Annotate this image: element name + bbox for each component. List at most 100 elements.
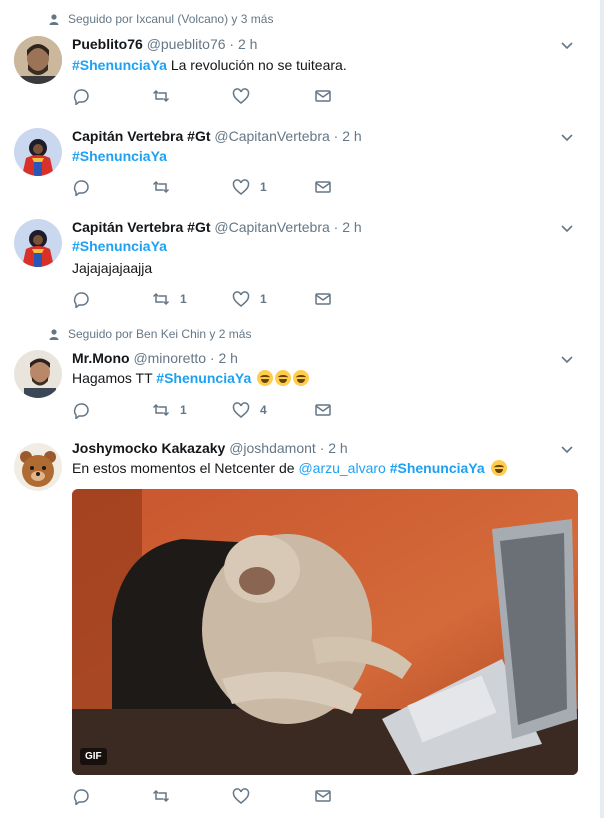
timestamp[interactable]: 2 h [342,128,361,144]
tweet-header: Capitán Vertebra #Gt @CapitanVertebra · … [72,219,362,235]
tweet-body: Hagamos TT [72,370,157,386]
envelope-icon [315,790,331,802]
avatar[interactable] [14,128,62,176]
social-context: Seguido por Ben Kei Chin y 2 más [48,327,251,341]
hashtag-link[interactable]: #ShenunciaYa [72,57,167,73]
handle[interactable]: @CapitanVertebra [214,219,329,235]
tweet-text: Hagamos TT #ShenunciaYa [72,368,310,388]
like-button[interactable] [232,86,260,106]
reply-icon [73,89,89,105]
like-button[interactable] [232,786,260,806]
tweet-text: #ShenunciaYa [72,236,167,256]
heart-icon [232,179,250,195]
reply-icon [73,789,89,805]
display-name[interactable]: Capitán Vertebra #Gt [72,219,211,235]
tweet-actions [72,86,372,106]
tweet[interactable]: Capitán Vertebra #Gt @CapitanVertebra · … [0,114,600,206]
avatar[interactable] [14,219,62,267]
hashtag-link[interactable]: #ShenunciaYa [72,238,167,254]
gif-media[interactable]: GIF [72,489,578,775]
avatar[interactable] [14,350,62,398]
like-button[interactable]: 1 [232,289,267,309]
social-context: Seguido por Ixcanul (Volcano) y 3 más [48,12,273,26]
tweet[interactable]: Joshymocko Kakazaky @joshdamont · 2 h En… [0,429,600,818]
heart-icon [232,88,250,104]
like-button[interactable]: 4 [232,400,267,420]
retweet-icon [152,789,170,803]
display-name[interactable]: Capitán Vertebra #Gt [72,128,211,144]
timestamp[interactable]: 2 h [328,440,347,456]
hashtag-link[interactable]: #ShenunciaYa [72,148,167,164]
retweet-button[interactable] [152,86,180,106]
display-name[interactable]: Mr.Mono [72,350,130,366]
retweet-count: 1 [180,292,187,306]
laughing-emoji-icon [257,370,274,386]
heart-icon [232,788,250,804]
mention-link[interactable]: @arzu_alvaro [298,460,385,476]
timestamp[interactable]: 2 h [218,350,237,366]
social-context-text[interactable]: Seguido por Ben Kei Chin y 2 más [68,327,251,341]
chevron-down-icon[interactable] [560,442,574,456]
reply-button[interactable] [72,400,100,420]
gif-badge: GIF [80,748,107,765]
envelope-icon [315,404,331,416]
separator: · [209,350,215,366]
chevron-down-icon[interactable] [560,352,574,366]
tweet-actions [72,786,372,806]
laughing-emoji-icon [490,460,507,476]
display-name[interactable]: Pueblito76 [72,36,143,52]
heart-icon [232,402,250,418]
separator: · [333,219,339,235]
person-icon [49,14,59,25]
retweet-button[interactable]: 1 [152,289,187,309]
handle[interactable]: @CapitanVertebra [214,128,329,144]
chevron-down-icon[interactable] [560,130,574,144]
timestamp[interactable]: 2 h [238,36,257,52]
handle[interactable]: @minoretto [133,350,206,366]
reply-button[interactable] [72,786,100,806]
retweet-count: 1 [180,403,187,417]
timestamp[interactable]: 2 h [342,219,361,235]
retweet-icon [152,180,170,194]
separator: · [333,128,339,144]
tweet[interactable]: Seguido por Ixcanul (Volcano) y 3 más Pu… [0,0,600,115]
reply-button[interactable] [72,86,100,106]
reply-button[interactable] [72,177,100,197]
retweet-button[interactable] [152,177,180,197]
handle[interactable]: @pueblito76 [147,36,226,52]
like-button[interactable]: 1 [232,177,267,197]
hashtag-link[interactable]: #ShenunciaYa [390,460,485,476]
reply-icon [73,180,89,196]
dm-button[interactable] [314,86,332,106]
laughing-emoji-icon [275,370,292,386]
like-count: 1 [260,292,267,306]
avatar[interactable] [14,443,62,491]
gif-preview [72,489,578,775]
chevron-down-icon[interactable] [560,38,574,52]
tweet[interactable]: Capitán Vertebra #Gt @CapitanVertebra · … [0,205,600,319]
person-icon [49,329,59,340]
retweet-button[interactable]: 1 [152,400,187,420]
hashtag-link[interactable]: #ShenunciaYa [156,370,251,386]
retweet-icon [152,403,170,417]
dm-button[interactable] [314,786,332,806]
handle[interactable]: @joshdamont [229,440,316,456]
retweet-button[interactable] [152,786,180,806]
reply-button[interactable] [72,289,100,309]
tweet-body: La revolución no se tuiteara. [166,57,347,73]
dm-button[interactable] [314,289,332,309]
tweet-text-line2: Jajajajajaajja [72,260,153,276]
chevron-down-icon[interactable] [560,221,574,235]
envelope-icon [315,90,331,102]
reply-icon [73,403,89,419]
social-context-text[interactable]: Seguido por Ixcanul (Volcano) y 3 más [68,12,273,26]
tweet-actions: 1 4 [72,400,372,420]
tweet[interactable]: Seguido por Ben Kei Chin y 2 más Mr.Mono… [0,318,600,430]
envelope-icon [315,293,331,305]
display-name[interactable]: Joshymocko Kakazaky [72,440,225,456]
dm-button[interactable] [314,177,332,197]
dm-button[interactable] [314,400,332,420]
retweet-icon [152,292,170,306]
tweet-header: Capitán Vertebra #Gt @CapitanVertebra · … [72,128,362,144]
avatar[interactable] [14,36,62,84]
